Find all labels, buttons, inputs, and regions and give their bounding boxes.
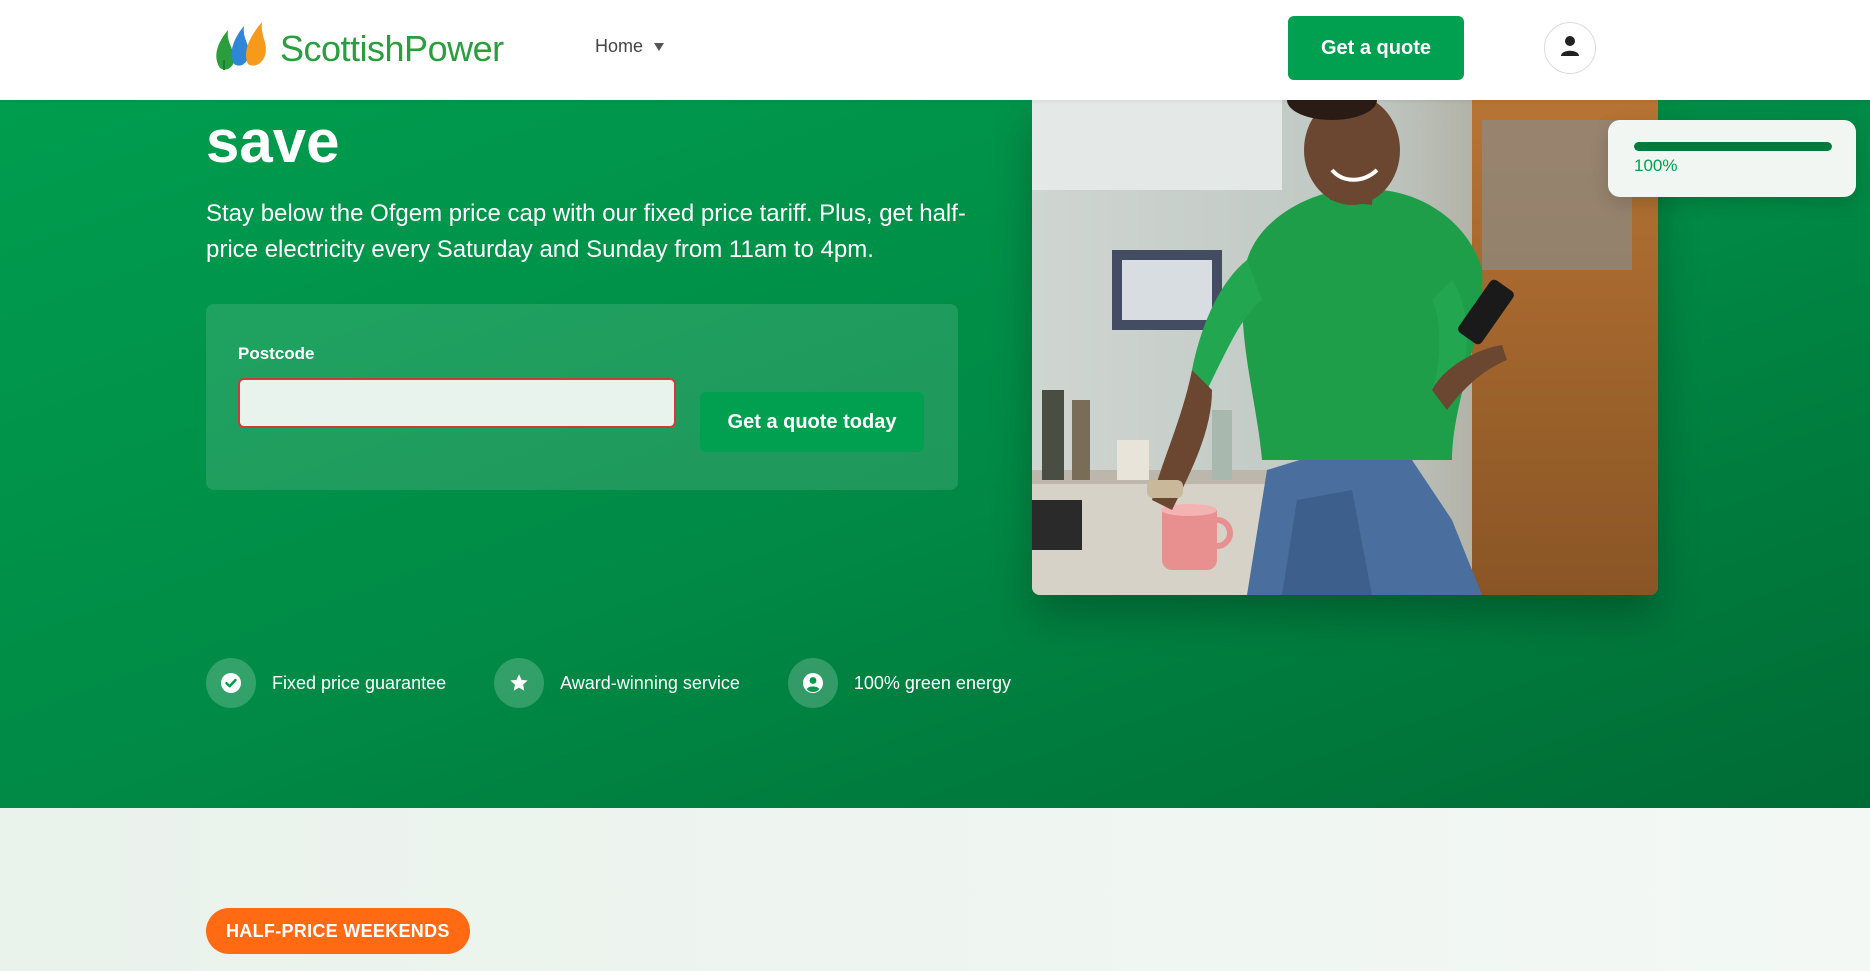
half-price-section: HALF-PRICE WEEKENDS: [0, 808, 1870, 971]
hero-photo: [1032, 100, 1658, 595]
hero-description: Stay below the Ofgem price cap with our …: [206, 200, 966, 263]
feature-item: Fixed price guarantee: [206, 658, 446, 708]
half-price-badge: HALF-PRICE WEEKENDS: [206, 908, 470, 954]
hero-title: save: [206, 108, 340, 175]
feature-item: 100% green energy: [787, 658, 1011, 708]
account-button[interactable]: [1544, 22, 1596, 74]
caret-down-icon: [653, 36, 665, 57]
nav-home-menu[interactable]: Home: [595, 36, 665, 57]
get-a-quote-button[interactable]: Get a quote: [1288, 16, 1464, 80]
feature-label: 100% green energy: [853, 672, 1011, 693]
postcode-quote-card: Postcode Get a quote today: [206, 304, 958, 490]
postcode-input[interactable]: [238, 378, 676, 428]
progress-label: 100%: [1634, 156, 1678, 175]
nav-home-label: Home: [595, 36, 644, 56]
check-circle-icon: [206, 658, 256, 708]
brand-logo[interactable]: ScottishPower: [214, 20, 504, 77]
feature-list: Fixed price guarantee Award-winning serv…: [206, 658, 1011, 708]
flame-logo-icon: [214, 20, 272, 77]
user-icon: [1560, 35, 1580, 62]
hero-section: save Stay below the Ofgem price cap with…: [0, 0, 1870, 808]
feature-item: Award-winning service: [494, 658, 740, 708]
brand-name: ScottishPower: [280, 27, 504, 69]
progress-fill: [1634, 142, 1832, 151]
feature-label: Fixed price guarantee: [272, 672, 447, 693]
get-quote-today-button[interactable]: Get a quote today: [700, 392, 924, 452]
feature-label: Award-winning service: [560, 672, 740, 693]
star-icon: [494, 658, 545, 708]
postcode-label: Postcode: [238, 344, 315, 363]
site-header: ScottishPower Home Get a quote: [0, 0, 1870, 100]
progress-card: 100%: [1608, 120, 1856, 197]
user-circle-icon: [787, 658, 838, 708]
progress-bar: [1634, 142, 1832, 151]
